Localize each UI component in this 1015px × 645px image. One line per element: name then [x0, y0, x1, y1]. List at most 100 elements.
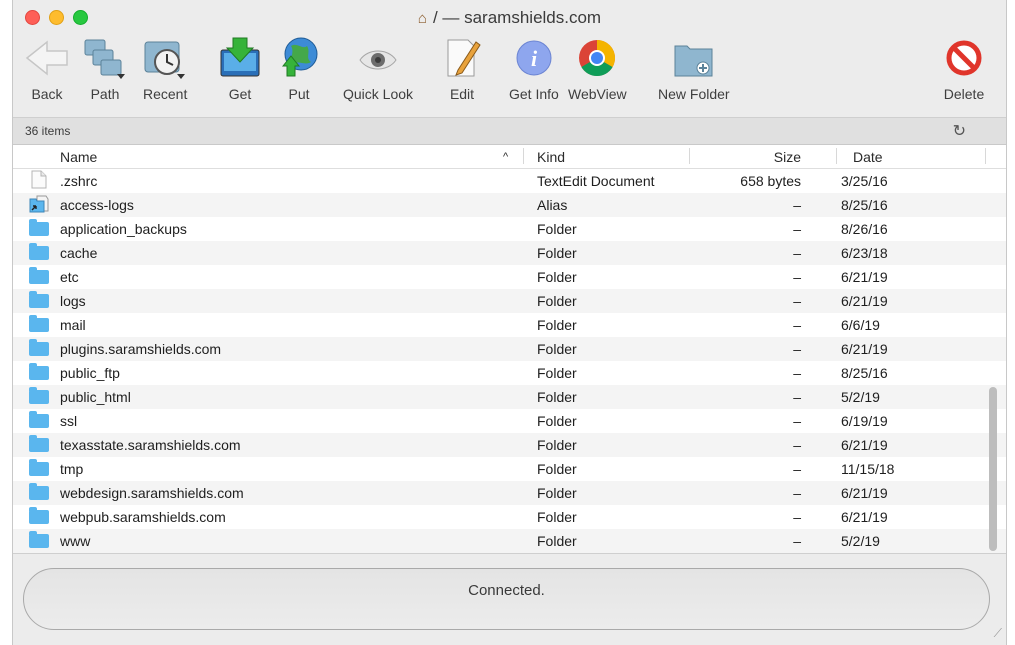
file-kind: Folder: [537, 437, 577, 453]
column-divider[interactable]: [985, 148, 986, 164]
file-name: ssl: [60, 413, 78, 429]
get-info-button[interactable]: i Get Info: [509, 36, 559, 102]
file-size: –: [793, 533, 801, 549]
table-row[interactable]: webdesign.saramshields.com Folder – 6/21…: [13, 481, 1006, 505]
get-button[interactable]: Get: [218, 36, 262, 102]
connection-status-text: Connected.: [468, 582, 545, 599]
delete-label: Delete: [943, 86, 985, 102]
file-name: cache: [60, 245, 98, 261]
back-arrow-icon: [25, 36, 69, 80]
file-name: public_html: [60, 389, 131, 405]
file-name: plugins.saramshields.com: [60, 341, 222, 357]
file-size: –: [793, 341, 801, 357]
file-size: –: [793, 413, 801, 429]
vertical-scrollbar[interactable]: [986, 169, 1000, 553]
file-name: etc: [60, 269, 79, 285]
file-date: 6/19/19: [841, 413, 888, 429]
file-kind: Folder: [537, 413, 577, 429]
file-list: Name ^ Kind Size Date .zshrc TextEdit Do…: [13, 145, 1006, 553]
file-size: –: [793, 485, 801, 501]
file-date: 8/25/16: [841, 365, 888, 381]
table-row[interactable]: logs Folder – 6/21/19: [13, 289, 1006, 313]
webview-label: WebView: [568, 86, 627, 102]
put-button[interactable]: Put: [277, 36, 321, 102]
file-kind: Folder: [537, 269, 577, 285]
file-name: webdesign.saramshields.com: [60, 485, 244, 501]
folder-icon: [29, 483, 49, 500]
file-date: 6/6/19: [841, 317, 880, 333]
table-row[interactable]: webpub.saramshields.com Folder – 6/21/19: [13, 505, 1006, 529]
file-kind: Alias: [537, 197, 568, 213]
column-divider[interactable]: [523, 148, 524, 164]
table-header: Name ^ Kind Size Date: [13, 145, 1006, 169]
folder-icon: [29, 339, 49, 356]
recent-label: Recent: [143, 86, 188, 102]
resize-grip-icon[interactable]: ⟋: [994, 626, 1002, 641]
column-size-header[interactable]: Size: [713, 149, 801, 165]
folder-icon: [29, 291, 49, 308]
table-row[interactable]: texasstate.saramshields.com Folder – 6/2…: [13, 433, 1006, 457]
recent-button[interactable]: Recent: [143, 36, 187, 102]
new-folder-button[interactable]: New Folder: [658, 36, 730, 102]
file-size: –: [793, 245, 801, 261]
put-label: Put: [288, 86, 310, 102]
toolbar: Back Path Recent Get Put Quick Look Edit…: [13, 36, 1006, 110]
column-divider[interactable]: [689, 148, 690, 164]
file-name: mail: [60, 317, 86, 333]
delete-button[interactable]: Delete: [942, 36, 986, 102]
table-row[interactable]: access-logs Alias – 8/25/16: [13, 193, 1006, 217]
column-divider[interactable]: [836, 148, 837, 164]
table-row[interactable]: public_ftp Folder – 8/25/16: [13, 361, 1006, 385]
file-size: –: [793, 269, 801, 285]
info-icon: i: [512, 36, 556, 80]
window-title: ⌂ / — saramshields.com: [13, 8, 1006, 28]
table-row[interactable]: ssl Folder – 6/19/19: [13, 409, 1006, 433]
back-button[interactable]: Back: [25, 36, 69, 102]
download-icon: [218, 36, 262, 80]
file-date: 5/2/19: [841, 533, 880, 549]
table-row[interactable]: application_backups Folder – 8/26/16: [13, 217, 1006, 241]
folder-icon: [29, 267, 49, 284]
refresh-icon[interactable]: ↻: [953, 121, 966, 141]
folder-icon: [29, 315, 49, 332]
file-rows: .zshrc TextEdit Document 658 bytes 3/25/…: [13, 169, 1006, 553]
file-date: 6/21/19: [841, 509, 888, 525]
file-kind: Folder: [537, 533, 577, 549]
column-date-header[interactable]: Date: [853, 149, 883, 165]
table-row[interactable]: public_html Folder – 5/2/19: [13, 385, 1006, 409]
folder-icon: [29, 219, 49, 236]
delete-prohibited-icon: [942, 36, 986, 80]
table-row[interactable]: cache Folder – 6/23/18: [13, 241, 1006, 265]
file-kind: Folder: [537, 245, 577, 261]
folder-icon: [29, 387, 49, 404]
file-size: –: [793, 509, 801, 525]
get-label: Get: [228, 86, 252, 102]
file-name: .zshrc: [60, 173, 98, 189]
file-date: 8/25/16: [841, 197, 888, 213]
file-date: 3/25/16: [841, 173, 888, 189]
path-icon: [83, 36, 127, 80]
scrollbar-thumb[interactable]: [989, 387, 997, 551]
file-name: application_backups: [60, 221, 187, 237]
upload-globe-icon: [277, 36, 321, 80]
sort-ascending-icon[interactable]: ^: [503, 151, 508, 163]
path-button[interactable]: Path: [83, 36, 127, 102]
edit-pencil-icon: [440, 36, 484, 80]
column-kind-header[interactable]: Kind: [537, 149, 565, 165]
table-row[interactable]: .zshrc TextEdit Document 658 bytes 3/25/…: [13, 169, 1006, 193]
edit-button[interactable]: Edit: [440, 36, 484, 102]
table-row[interactable]: plugins.saramshields.com Folder – 6/21/1…: [13, 337, 1006, 361]
home-icon: ⌂: [417, 10, 427, 27]
table-row[interactable]: www Folder – 5/2/19: [13, 529, 1006, 553]
file-size: –: [793, 365, 801, 381]
file-kind: Folder: [537, 365, 577, 381]
webview-button[interactable]: WebView: [568, 36, 627, 102]
title-bar: ⌂ / — saramshields.com: [13, 0, 1006, 38]
quick-look-button[interactable]: Quick Look: [343, 36, 413, 102]
table-row[interactable]: tmp Folder – 11/15/18: [13, 457, 1006, 481]
file-name: texasstate.saramshields.com: [60, 437, 241, 453]
alias-icon: [29, 195, 49, 213]
table-row[interactable]: etc Folder – 6/21/19: [13, 265, 1006, 289]
table-row[interactable]: mail Folder – 6/6/19: [13, 313, 1006, 337]
column-name-header[interactable]: Name: [60, 149, 97, 165]
